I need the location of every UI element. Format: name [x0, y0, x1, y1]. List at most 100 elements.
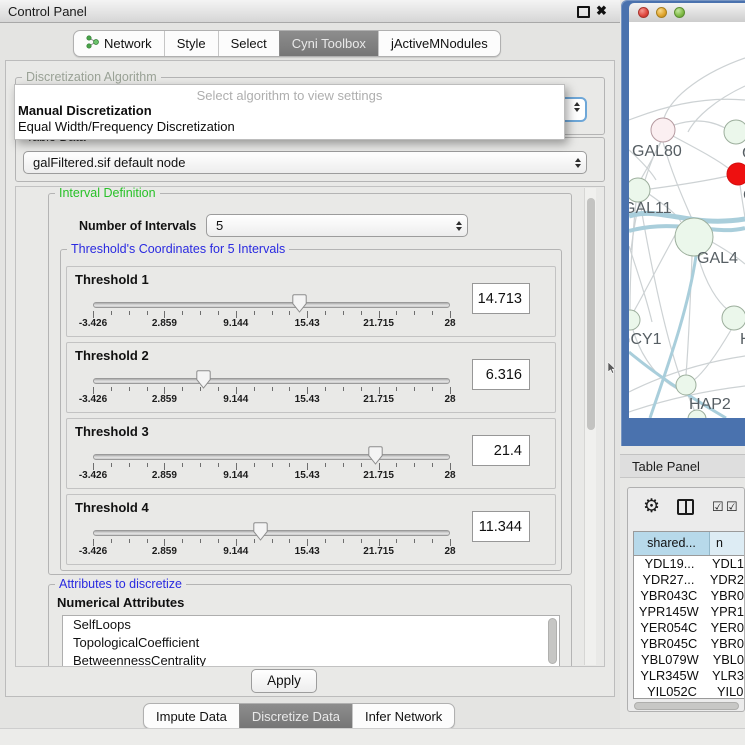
threshold-slider[interactable]: -3.426 2.859 9.144 15.43 21.715 28 [93, 343, 450, 414]
table-row[interactable]: YLR345WYLR3 [634, 668, 744, 684]
window-title: Control Panel [8, 4, 87, 19]
table-row[interactable]: YDR27...YDR2 [634, 572, 744, 588]
tab-label: Style [177, 36, 206, 51]
tab-infer-network[interactable]: Infer Network [352, 704, 454, 728]
tab-cyni-toolbox[interactable]: Cyni Toolbox [279, 31, 378, 56]
node-table: shared... n YDL19...YDL1YDR27...YDR2YBR0… [633, 531, 745, 699]
tab-select[interactable]: Select [218, 31, 279, 56]
network-node[interactable] [727, 163, 745, 185]
table-data-combobox[interactable]: galFiltered.sif default node [23, 151, 587, 174]
threshold-slider[interactable]: -3.426 2.859 9.144 15.43 21.715 28 [93, 419, 450, 490]
table-horizontal-scrollbar[interactable] [634, 702, 739, 710]
tab-network[interactable]: Network [74, 31, 164, 56]
network-node[interactable] [724, 120, 745, 144]
combo-stepper-icon [456, 221, 467, 231]
split-view-icon[interactable] [677, 499, 694, 515]
mouse-cursor [608, 362, 618, 374]
numerical-attributes-label: Numerical Attributes [57, 595, 184, 610]
threshold-slider[interactable]: -3.426 2.859 9.144 15.43 21.715 28 [93, 495, 450, 566]
zoom-traffic-light-icon[interactable] [674, 7, 685, 18]
close-icon[interactable]: ✖ [596, 3, 607, 19]
threshold-value-field[interactable] [472, 359, 530, 390]
group-title: Attributes to discretize [55, 577, 186, 591]
table-rows: YDL19...YDL1YDR27...YDR2YBR043CYBR0YPR14… [634, 556, 744, 699]
group-title: Interval Definition [55, 186, 160, 200]
list-item[interactable]: BetweennessCentrality [63, 652, 559, 667]
network-window-titlebar [629, 3, 745, 23]
threshold-panel: Threshold 1 -3.426 2.859 9. [66, 266, 556, 337]
bottom-tab-bar: Impute Data Discretize Data Infer Networ… [143, 703, 455, 729]
table-header: shared... n [634, 532, 744, 556]
tab-jactivemnodules[interactable]: jActiveMNodules [378, 31, 500, 56]
tab-impute-data[interactable]: Impute Data [144, 704, 239, 728]
list-item[interactable]: SelfLoops [63, 616, 559, 634]
table-row[interactable]: YBL079WYBL0 [634, 652, 744, 668]
threshold-value-field[interactable] [472, 283, 530, 314]
slider-track[interactable] [93, 454, 450, 460]
top-tab-bar: Network Style Select Cyni Toolbox jActiv… [73, 30, 501, 57]
table-row[interactable]: YER054CYER0 [634, 620, 744, 636]
slider-tick-labels: -3.426 2.859 9.144 15.43 21.715 28 [93, 318, 450, 332]
number-of-intervals-label: Number of Intervals [79, 219, 196, 233]
threshold-panel: Threshold 4 -3.426 2.859 9. [66, 494, 556, 565]
algorithm-dropdown-popup: Select algorithm to view settings Manual… [14, 84, 565, 140]
number-of-intervals-combobox[interactable]: 5 [206, 214, 468, 237]
tab-label: Discretize Data [252, 709, 340, 724]
dropdown-option-manual[interactable]: Manual Discretization [15, 103, 564, 119]
dropdown-option-equal-width[interactable]: Equal Width/Frequency Discretization [15, 119, 564, 135]
combo-stepper-icon [574, 102, 585, 112]
network-node[interactable] [629, 310, 640, 330]
checkbox-icon[interactable]: ☑ [726, 499, 738, 515]
network-node[interactable] [629, 178, 650, 202]
list-scrollbar[interactable] [548, 618, 557, 667]
bottom-strip [0, 729, 745, 745]
table-row[interactable]: YBR043CYBR0 [634, 588, 744, 604]
network-node[interactable] [651, 118, 675, 142]
table-row[interactable]: YIL052CYIL0 [634, 684, 744, 699]
apply-button[interactable]: Apply [251, 669, 317, 693]
network-node[interactable] [676, 375, 696, 395]
tab-discretize-data[interactable]: Discretize Data [239, 704, 352, 728]
group-title: Discretization Algorithm [22, 70, 161, 84]
threshold-value-field[interactable] [472, 435, 530, 466]
network-canvas[interactable]: GAL80GCGAL11GAL4GCY1HHAP2 [629, 22, 745, 418]
table-row[interactable]: YDL19...YDL1 [634, 556, 744, 572]
table-row[interactable]: YBR045CYBR0 [634, 636, 744, 652]
close-traffic-light-icon[interactable] [638, 7, 649, 18]
control-panel-window: Control Panel ✖ Network Style Select Cy [0, 0, 620, 745]
column-header-name[interactable]: n [710, 532, 744, 555]
slider-track[interactable] [93, 302, 450, 308]
numerical-attributes-list[interactable]: SelfLoopsTopologicalCoefficientBetweenne… [62, 615, 560, 667]
tab-label: jActiveMNodules [391, 36, 488, 51]
threshold-slider[interactable]: -3.426 2.859 9.144 15.43 21.715 28 [93, 267, 450, 338]
tab-style[interactable]: Style [164, 31, 218, 56]
threshold-value-field[interactable] [472, 511, 530, 542]
list-item[interactable]: TopologicalCoefficient [63, 634, 559, 652]
settings-scroll-area: Interval Definition Number of Intervals … [15, 186, 605, 667]
slider-track[interactable] [93, 530, 450, 536]
slider-tick-labels: -3.426 2.859 9.144 15.43 21.715 28 [93, 394, 450, 408]
network-icon [86, 35, 99, 52]
slider-track[interactable] [93, 378, 450, 384]
float-window-icon[interactable] [577, 6, 590, 18]
minimize-traffic-light-icon[interactable] [656, 7, 667, 18]
tab-label: Infer Network [365, 709, 442, 724]
network-node-label: GAL80 [632, 143, 682, 160]
group-title: Threshold's Coordinates for 5 Intervals [67, 242, 289, 256]
attributes-group: Attributes to discretize Numerical Attri… [48, 584, 572, 667]
combo-stepper-icon [575, 158, 586, 168]
table-panel-title: Table Panel [632, 459, 700, 474]
panel-scrollbar[interactable] [584, 188, 596, 665]
checkbox-icon[interactable]: ☑ [712, 499, 724, 515]
cyni-toolbox-panel: Discretization Algorithm Select algorith… [5, 60, 615, 697]
network-node[interactable] [722, 306, 745, 330]
network-window: GAL80GCGAL11GAL4GCY1HHAP2 [621, 0, 745, 446]
threshold-panel: Threshold 2 -3.426 2.859 9. [66, 342, 556, 413]
slider-tick-labels: -3.426 2.859 9.144 15.43 21.715 28 [93, 546, 450, 560]
column-header-shared-name[interactable]: shared... [634, 532, 710, 555]
table-panel-window: ⚙ ☑ ☑ shared... n YDL19...YDL1YDR27...YD… [627, 487, 745, 712]
table-row[interactable]: YPR145WYPR1 [634, 604, 744, 620]
control-panel-titlebar: Control Panel ✖ [0, 0, 620, 23]
gear-icon[interactable]: ⚙ [643, 495, 660, 518]
dropdown-hint: Select algorithm to view settings [15, 85, 564, 103]
